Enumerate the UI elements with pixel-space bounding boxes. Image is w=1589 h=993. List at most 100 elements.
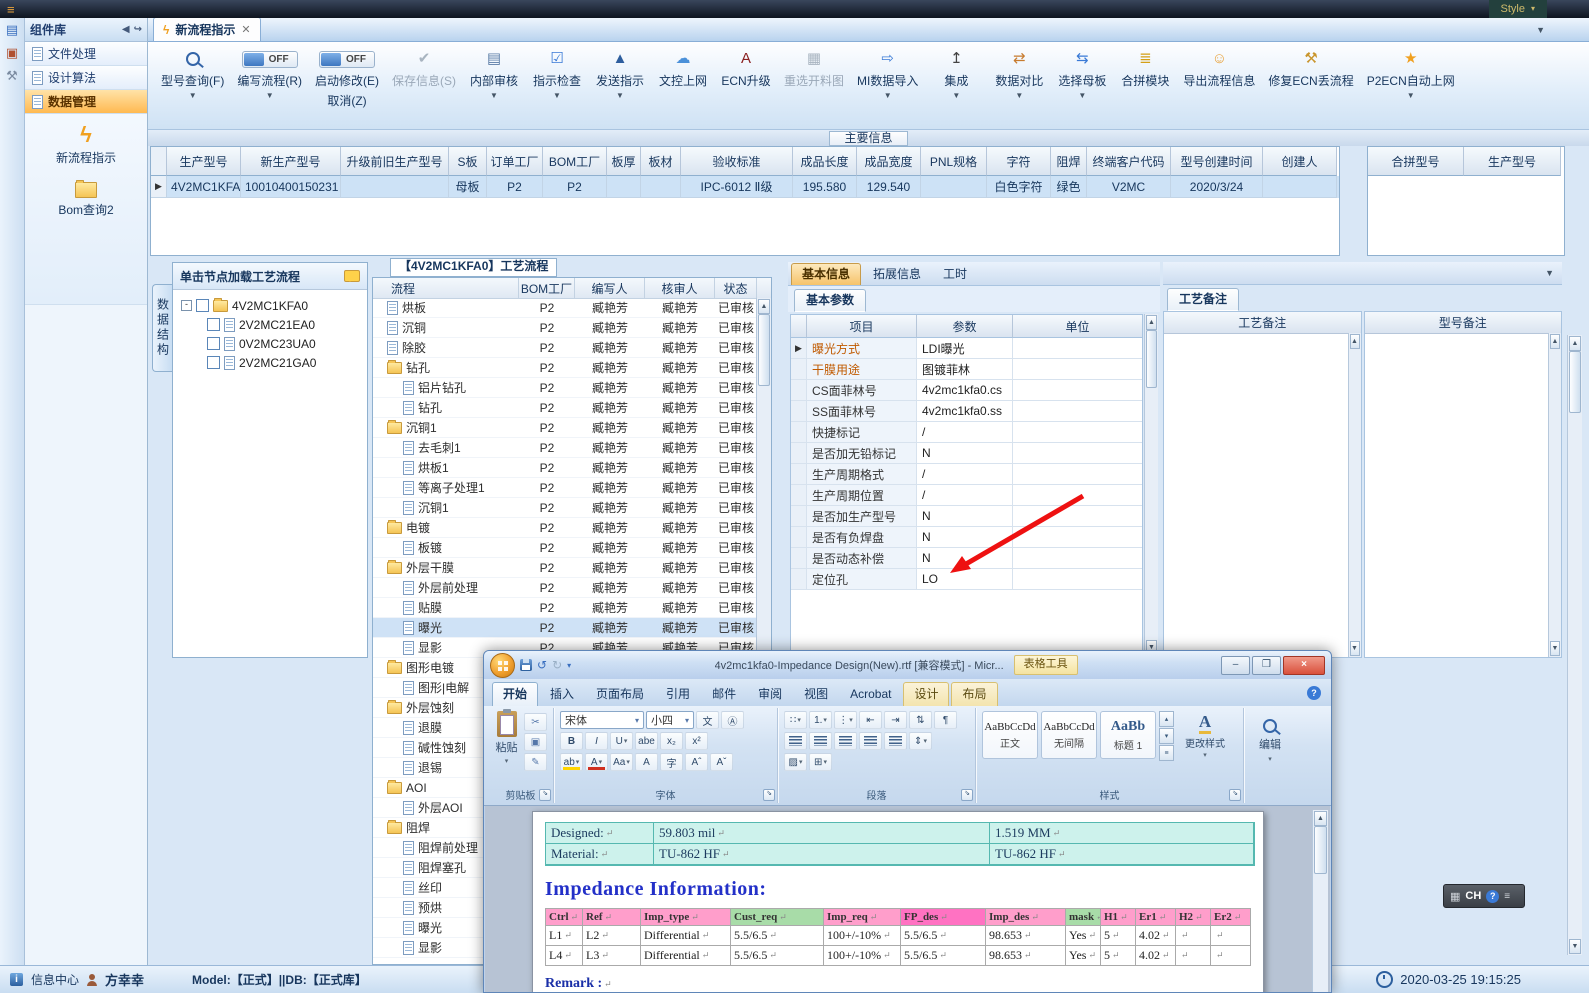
- flow-column-2[interactable]: 编写人: [575, 278, 645, 298]
- tab-data-structure[interactable]: 数据结构: [152, 284, 173, 372]
- scroll-thumb[interactable]: [1314, 826, 1327, 874]
- ribbon-tab[interactable]: 邮件: [702, 683, 746, 706]
- flow-row[interactable]: 贴膜 P2 臧艳芳 臧艳芳 已审核: [373, 598, 757, 618]
- param-unit[interactable]: [1013, 359, 1142, 380]
- flow-row[interactable]: 钻孔 P2 臧艳芳 臧艳芳 已审核: [373, 398, 757, 418]
- styles-gallery-scroll[interactable]: ▴ ▾ ≡: [1159, 711, 1174, 761]
- grid-cell-15[interactable]: 2020/3/24: [1171, 176, 1263, 198]
- param-unit[interactable]: [1013, 401, 1142, 422]
- checkbox-icon[interactable]: [207, 318, 220, 331]
- dialog-launcher-icon[interactable]: ⇘: [539, 789, 551, 801]
- row-selector-cell[interactable]: ▶: [151, 176, 167, 198]
- sidebar-item-data-management[interactable]: 数据管理: [25, 90, 147, 114]
- copy-button[interactable]: ▣: [524, 733, 547, 751]
- p2ecn-auto-upload-button[interactable]: ★ P2ECN自动上网 ▼: [1364, 47, 1458, 102]
- ribbon-tab[interactable]: 页面布局: [586, 683, 654, 706]
- tab-extended-info[interactable]: 拓展信息: [863, 264, 931, 285]
- style-normal[interactable]: AaBbCcDd 正文: [982, 711, 1038, 759]
- param-unit[interactable]: [1013, 527, 1142, 548]
- grid-cell-0[interactable]: 4V2MC1KFA0: [167, 176, 241, 198]
- tree-node[interactable]: 0V2MC23UA0: [173, 334, 367, 353]
- dialog-launcher-icon[interactable]: ⇘: [1229, 789, 1241, 801]
- paste-button[interactable]: 粘贴 ▾: [494, 709, 519, 771]
- help-icon[interactable]: ?: [1307, 685, 1321, 700]
- bullets-button[interactable]: ∷ ▾: [784, 711, 807, 729]
- collapse-left-icon[interactable]: ◀: [122, 24, 130, 35]
- dock-window-icon[interactable]: ▤: [6, 23, 18, 37]
- change-styles-button[interactable]: A 更改样式 ▾: [1177, 711, 1233, 761]
- line-spacing-button[interactable]: ⇕ ▾: [909, 732, 932, 750]
- dropdown-arrow-icon[interactable]: ▼: [884, 92, 892, 100]
- save-icon[interactable]: [520, 659, 532, 671]
- write-flow-toggle[interactable]: OFF: [241, 50, 298, 68]
- column-header-0[interactable]: 生产型号: [167, 147, 241, 176]
- tab-new-flow-instruction[interactable]: ϟ 新流程指示 ✕: [153, 17, 261, 41]
- scroll-thumb[interactable]: [1569, 351, 1581, 413]
- grid-cell-5[interactable]: P2: [543, 176, 607, 198]
- param-row[interactable]: 快捷标记 /: [791, 422, 1142, 443]
- param-column-1[interactable]: 参数: [917, 315, 1013, 338]
- select-mother-board-button[interactable]: ⇆ 选择母板 ▼: [1054, 47, 1110, 102]
- decrease-indent-button[interactable]: ⇤: [859, 711, 882, 729]
- param-value[interactable]: N: [917, 506, 1013, 527]
- send-instruction-button[interactable]: ▲ 发送指示 ▼: [592, 47, 648, 102]
- document-page[interactable]: Designed:59.803 mil1.519 MMMaterial:TU-8…: [532, 811, 1264, 992]
- info-center-label[interactable]: 信息中心: [31, 971, 79, 988]
- change-case-button[interactable]: Aa ▾: [610, 753, 633, 771]
- dock-tools-icon[interactable]: ⚒: [6, 69, 18, 83]
- ribbon-tab[interactable]: 布局: [951, 682, 998, 706]
- checkbox-icon[interactable]: [196, 299, 209, 312]
- grid-cell-10[interactable]: 129.540: [857, 176, 921, 198]
- params-scrollbar[interactable]: ▲ ▼: [1144, 314, 1158, 656]
- flow-row[interactable]: 板镀 P2 臧艳芳 臧艳芳 已审核: [373, 538, 757, 558]
- ime-language-label[interactable]: CH: [1465, 890, 1481, 902]
- scroll-up-icon[interactable]: ▲: [1146, 315, 1157, 330]
- font-size-combo[interactable]: 小四 ▾: [646, 711, 694, 729]
- param-unit[interactable]: [1013, 485, 1142, 506]
- dropdown-arrow-icon[interactable]: ▼: [1407, 92, 1415, 100]
- flow-row[interactable]: 外层干膜 P2 臧艳芳 臧艳芳 已审核: [373, 558, 757, 578]
- phonetic-guide-button[interactable]: 文: [696, 711, 719, 729]
- ime-menu-icon[interactable]: ≡: [1504, 891, 1510, 902]
- grid-cell-11[interactable]: [921, 176, 987, 198]
- document-scrollbar[interactable]: ▲: [1312, 810, 1328, 992]
- align-center-button[interactable]: [809, 732, 832, 750]
- param-column-0[interactable]: 项目: [807, 315, 917, 338]
- editing-button[interactable]: 编辑 ▾: [1250, 711, 1290, 763]
- sidebar-item-design-algorithm[interactable]: 设计算法: [25, 66, 147, 90]
- grid-cell-6[interactable]: [607, 176, 641, 198]
- flow-column-0[interactable]: 流程: [373, 278, 519, 298]
- doc-control-upload-button[interactable]: ☁ 文控上网: [655, 47, 711, 91]
- collapse-panel-icon[interactable]: ▼: [1545, 268, 1554, 278]
- column-header-10[interactable]: 成品宽度: [857, 147, 921, 176]
- param-row[interactable]: 干膜用途 图镀菲林: [791, 359, 1142, 380]
- param-unit[interactable]: [1013, 443, 1142, 464]
- param-value[interactable]: 图镀菲林: [917, 359, 1013, 380]
- param-unit[interactable]: [1013, 506, 1142, 527]
- merge-module-button[interactable]: ≣ 合拼模块: [1117, 47, 1173, 91]
- grid-cell-7[interactable]: [641, 176, 681, 198]
- column-header-11[interactable]: PNL规格: [921, 147, 987, 176]
- undock-icon[interactable]: ↪: [134, 24, 142, 35]
- tab-basic-info[interactable]: 基本信息: [791, 263, 862, 285]
- param-value[interactable]: /: [917, 485, 1013, 506]
- minimize-button[interactable]: –: [1221, 655, 1250, 675]
- flow-row[interactable]: 烘板1 P2 臧艳芳 臧艳芳 已审核: [373, 458, 757, 478]
- enclose-character-button[interactable]: 字: [660, 753, 683, 771]
- scroll-up-icon[interactable]: ▲: [758, 299, 770, 314]
- dropdown-arrow-icon[interactable]: ▼: [952, 92, 960, 100]
- dock-component-icon[interactable]: ▣: [6, 46, 18, 60]
- param-value[interactable]: LO: [917, 569, 1013, 590]
- align-right-button[interactable]: [834, 732, 857, 750]
- dialog-launcher-icon[interactable]: ⇘: [763, 789, 775, 801]
- param-unit[interactable]: [1013, 548, 1142, 569]
- align-left-button[interactable]: [784, 732, 807, 750]
- highlight-button[interactable]: ab ▾: [560, 753, 583, 771]
- right-column-header-0[interactable]: 合拼型号: [1368, 147, 1464, 176]
- style-no-spacing[interactable]: AaBbCcDd 无间隔: [1041, 711, 1097, 759]
- param-unit[interactable]: [1013, 380, 1142, 401]
- shrink-font-button[interactable]: Aˇ: [710, 753, 733, 771]
- close-icon[interactable]: ✕: [241, 23, 250, 36]
- write-flow-button[interactable]: OFF 编写流程(R) ▼: [234, 47, 305, 102]
- flow-row[interactable]: 等离子处理1 P2 臧艳芳 臧艳芳 已审核: [373, 478, 757, 498]
